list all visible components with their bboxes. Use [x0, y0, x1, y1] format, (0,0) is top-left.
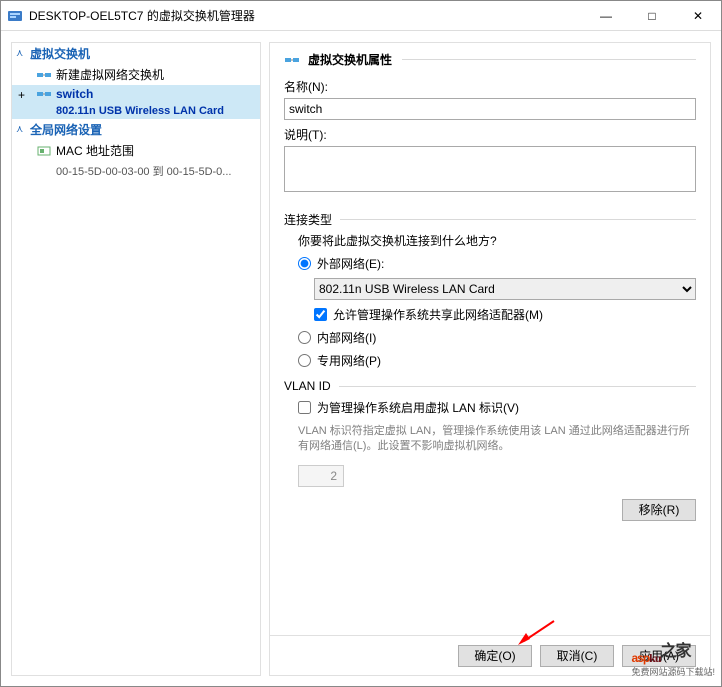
- navigation-tree: ⋏ 虚拟交换机 新建虚拟网络交换机 + switch 802.11n USB W…: [11, 42, 261, 676]
- name-label: 名称(N):: [284, 78, 696, 95]
- checkbox-label: 允许管理操作系统共享此网络适配器(M): [333, 306, 543, 323]
- switch-name-input[interactable]: [284, 98, 696, 120]
- collapse-icon: ⋏: [16, 124, 26, 135]
- properties-header: 虚拟交换机属性: [284, 51, 696, 68]
- radio-external-input[interactable]: [298, 257, 311, 270]
- vlan-group: VLAN ID: [284, 379, 696, 393]
- tree-section-virtual-switches[interactable]: ⋏ 虚拟交换机: [12, 43, 260, 64]
- radio-internal-network[interactable]: 内部网络(I): [298, 329, 696, 346]
- tree-item-mac-detail[interactable]: 00-15-5D-00-03-00 到 00-15-5D-0...: [12, 161, 260, 181]
- tree-item-label: 新建虚拟网络交换机: [56, 66, 164, 83]
- switch-icon: [36, 69, 52, 81]
- radio-internal-input[interactable]: [298, 331, 311, 344]
- tree-item-label: 802.11n USB Wireless LAN Card: [56, 105, 224, 117]
- remove-button[interactable]: 移除(R): [622, 499, 696, 521]
- section-label: 全局网络设置: [30, 121, 102, 138]
- title-bar: DESKTOP-OEL5TC7 的虚拟交换机管理器 — □ ✕: [1, 1, 721, 31]
- switch-icon: [284, 52, 300, 68]
- tree-item-mac-range[interactable]: MAC 地址范围: [12, 140, 260, 161]
- close-button[interactable]: ✕: [675, 1, 721, 31]
- app-icon: [7, 8, 23, 24]
- checkbox-allow-mgmt[interactable]: 允许管理操作系统共享此网络适配器(M): [314, 306, 696, 323]
- maximize-button[interactable]: □: [629, 1, 675, 31]
- checkbox-allow-mgmt-input[interactable]: [314, 308, 327, 321]
- tree-item-label: switch: [56, 87, 93, 101]
- external-nic-select[interactable]: 802.11n USB Wireless LAN Card: [314, 278, 696, 300]
- tree-item-label: MAC 地址范围: [56, 142, 134, 159]
- collapse-icon: ⋏: [16, 48, 26, 59]
- section-label: 虚拟交换机: [30, 45, 90, 62]
- dialog-button-bar: 确定(O) 取消(C) 应用(A): [270, 635, 710, 675]
- properties-title: 虚拟交换机属性: [308, 51, 392, 68]
- tree-item-switch-nic[interactable]: 802.11n USB Wireless LAN Card: [12, 103, 260, 119]
- cancel-button[interactable]: 取消(C): [540, 645, 614, 667]
- minimize-button[interactable]: —: [583, 1, 629, 31]
- radio-private-input[interactable]: [298, 354, 311, 367]
- window-title: DESKTOP-OEL5TC7 的虚拟交换机管理器: [29, 7, 583, 24]
- ok-button[interactable]: 确定(O): [458, 645, 532, 667]
- nic-icon: [36, 145, 52, 157]
- radio-label: 内部网络(I): [317, 329, 376, 346]
- vlan-help-text: VLAN 标识符指定虚拟 LAN，管理操作系统使用该 LAN 通过此网络适配器进…: [298, 424, 696, 455]
- checkbox-vlan-input[interactable]: [298, 401, 311, 414]
- checkbox-label: 为管理操作系统启用虚拟 LAN 标识(V): [317, 399, 519, 416]
- tree-section-global[interactable]: ⋏ 全局网络设置: [12, 119, 260, 140]
- connection-question: 你要将此虚拟交换机连接到什么地方?: [298, 232, 696, 249]
- switch-description-input[interactable]: [284, 146, 696, 192]
- tree-item-label: 00-15-5D-00-03-00 到 00-15-5D-0...: [56, 163, 231, 179]
- tree-item-new-switch[interactable]: 新建虚拟网络交换机: [12, 64, 260, 85]
- description-label: 说明(T):: [284, 126, 696, 143]
- radio-label: 外部网络(E):: [317, 255, 384, 272]
- radio-private-network[interactable]: 专用网络(P): [298, 352, 696, 369]
- expander-icon[interactable]: +: [18, 88, 25, 102]
- apply-button[interactable]: 应用(A): [622, 645, 696, 667]
- switch-icon: [36, 88, 52, 100]
- radio-external-network[interactable]: 外部网络(E):: [298, 255, 696, 272]
- properties-pane: 虚拟交换机属性 名称(N): 说明(T): 连接类型 你要将此虚拟交换机连接到什…: [269, 42, 711, 676]
- connection-type-group: 连接类型: [284, 211, 696, 228]
- radio-label: 专用网络(P): [317, 352, 381, 369]
- checkbox-vlan-enable[interactable]: 为管理操作系统启用虚拟 LAN 标识(V): [298, 399, 696, 416]
- vlan-id-input: [298, 465, 344, 487]
- tree-item-switch[interactable]: switch: [12, 85, 260, 103]
